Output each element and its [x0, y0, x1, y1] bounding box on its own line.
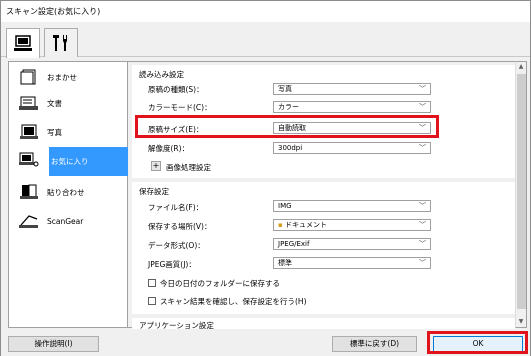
stitch-icon [19, 184, 39, 200]
sidebar-item-scangear[interactable]: ScanGear [10, 208, 127, 234]
document-icon [19, 95, 39, 111]
image-processing-expand-button[interactable]: + [151, 161, 161, 171]
scangear-icon [19, 213, 39, 229]
sidebar-item-label: おまかせ [47, 72, 77, 82]
sidebar-item-label: お気に入り [51, 157, 89, 166]
paper-size-highlight [135, 115, 439, 138]
save-in-select[interactable]: ▪ ドキュメント ﹀ [273, 219, 431, 231]
filename-label: ファイル名(F)： [148, 203, 204, 212]
vertical-scrollbar[interactable]: ▲ ▼ [515, 61, 527, 328]
tab-strip [1, 22, 530, 58]
chevron-down-icon: ﹀ [419, 221, 426, 229]
save-in-label: 保存する場所(V)： [148, 222, 212, 231]
instructions-button[interactable]: 操作説明(I) [8, 336, 99, 352]
settings-panel: 読み込み設定 原稿の種類(S)： 写真 ﹀ カラーモード(C)： カラー ﹀ 原稿サ… [128, 61, 516, 330]
tab-scan-from-computer[interactable] [6, 28, 40, 58]
scan-mode-sidebar: おまかせ 文書 写真 お気に入り 貼り合わせ ScanGear [8, 61, 135, 328]
chevron-down-icon: ﹀ [419, 144, 426, 152]
title-bar: スキャン設定(お気に入り) [1, 1, 530, 22]
save-settings-group: 保存設定 ファイル名(F)： IMG ﹀ 保存する場所(V)： ▪ ドキュメント ﹀… [132, 182, 515, 314]
filename-select[interactable]: IMG ﹀ [273, 200, 431, 212]
scroll-up-icon[interactable]: ▲ [516, 62, 526, 72]
ok-highlight [427, 331, 528, 354]
favorite-icon [19, 152, 39, 168]
resolution-label: 解像度(R)： [148, 144, 190, 153]
tools-icon [53, 35, 67, 51]
data-format-select[interactable]: JPEG/Exif ﹀ [273, 238, 431, 250]
color-mode-select[interactable]: カラー ﹀ [273, 101, 431, 113]
color-mode-label: カラーモード(C)： [148, 103, 212, 112]
sidebar-item-label: 文書 [47, 98, 62, 108]
subfolder-label: 今日の日付のフォルダーに保存する [160, 279, 280, 288]
sidebar-item-label: 貼り合わせ [47, 187, 85, 197]
auto-icon [19, 69, 39, 85]
sidebar-item-document[interactable]: 文書 [10, 90, 127, 116]
chevron-down-icon: ﹀ [419, 103, 426, 111]
sidebar-item-photo[interactable]: 写真 [10, 119, 127, 145]
scroll-down-icon[interactable]: ▼ [516, 317, 526, 327]
tab-general-settings[interactable] [44, 28, 78, 57]
app-settings-group: アプリケーション設定 [132, 318, 515, 330]
chevron-down-icon: ﹀ [419, 240, 426, 248]
photo-icon [19, 124, 39, 140]
source-label: 原稿の種類(S)： [148, 85, 204, 94]
jpeg-quality-select[interactable]: 標準 ﹀ [273, 257, 431, 269]
sidebar-item-label: ScanGear [47, 216, 84, 226]
scan-options-title: 読み込み設定 [139, 70, 184, 79]
data-format-label: データ形式(O)： [148, 241, 205, 250]
computer-scan-icon [14, 34, 32, 51]
sidebar-item-favorite[interactable]: お気に入り [49, 147, 135, 176]
subfolder-checkbox[interactable] [148, 279, 156, 287]
window-title: スキャン設定(お気に入り) [6, 7, 101, 16]
confirm-checkbox[interactable] [148, 297, 156, 305]
folder-icon: ▪ [278, 221, 283, 229]
chevron-down-icon: ﹀ [419, 85, 426, 93]
scan-settings-window: スキャン設定(お気に入り) おまかせ 文書 写真 お気に入り 貼り合わせ Sca… [0, 0, 531, 356]
jpeg-quality-label: JPEG画質(J)： [148, 260, 196, 269]
confirm-label: スキャン結果を確認し、保存設定を行う(H) [160, 297, 307, 306]
sidebar-item-label: 写真 [47, 127, 62, 137]
scroll-thumb[interactable] [517, 74, 526, 309]
image-processing-label[interactable]: 画像処理設定 [166, 162, 211, 173]
save-settings-title: 保存設定 [139, 187, 169, 196]
sidebar-item-stitch[interactable]: 貼り合わせ [10, 179, 127, 205]
source-select[interactable]: 写真 ﹀ [273, 83, 431, 95]
chevron-down-icon: ﹀ [419, 259, 426, 267]
restore-defaults-button[interactable]: 標準に戻す(D) [332, 336, 417, 352]
chevron-down-icon: ﹀ [419, 202, 426, 210]
sidebar-item-auto[interactable]: おまかせ [10, 64, 127, 90]
resolution-select[interactable]: 300dpi ﹀ [273, 142, 431, 154]
